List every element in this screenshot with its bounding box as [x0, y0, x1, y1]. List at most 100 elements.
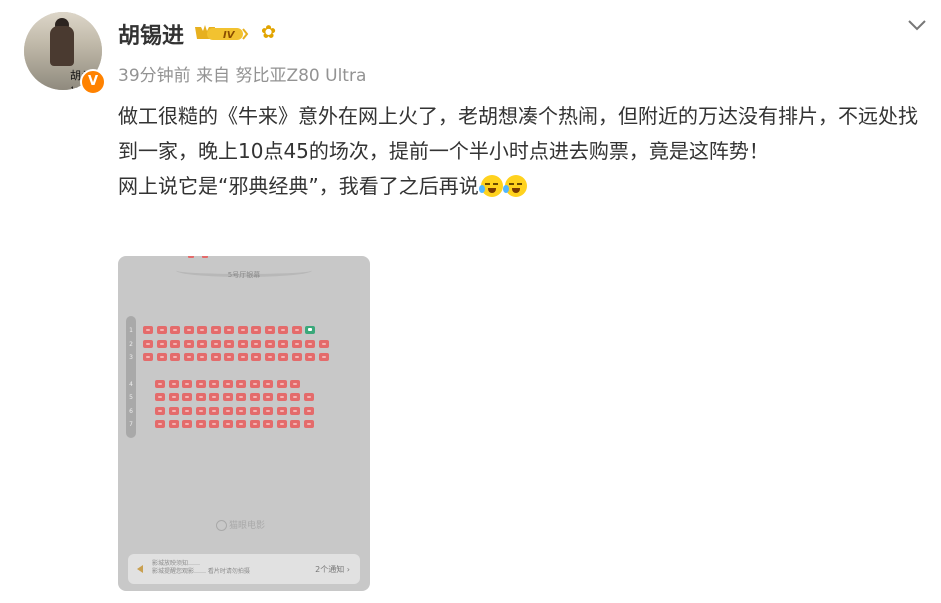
seat [155, 420, 165, 428]
seat [224, 326, 234, 334]
seat [303, 393, 314, 401]
seat [278, 326, 288, 334]
attached-image-seat-map[interactable]: 5号厅银幕 1 2 3 4 5 6 7 猫眼电影 影城放映须知…… 影城提醒您观影…… 看片… [118, 256, 370, 591]
author-name[interactable]: 胡锡进 [118, 18, 184, 50]
seat [168, 380, 179, 388]
seat [291, 340, 302, 348]
level-badge-icon[interactable]: IV [193, 23, 249, 43]
seat [237, 340, 248, 348]
seat [195, 393, 206, 401]
seat [264, 326, 275, 334]
seat [237, 326, 248, 334]
seat [236, 393, 246, 401]
row-number: 3 [129, 354, 133, 361]
seat [182, 393, 192, 401]
seat [209, 420, 219, 428]
seat [143, 340, 153, 348]
notice-text: 影城放映须知…… 影城提醒您观影…… 看片时请勿拍摄 [152, 560, 250, 575]
notice-bar: 影城放映须知…… 影城提醒您观影…… 看片时请勿拍摄 2个通知 › [128, 554, 360, 584]
seat [170, 326, 180, 334]
row-number: 7 [129, 421, 133, 428]
seat [251, 340, 261, 348]
seat [251, 326, 261, 334]
post-meta: 39分钟前 来自 努比亚Z80 Ultra [118, 66, 367, 86]
seat [156, 340, 167, 348]
seat [236, 407, 246, 415]
seat [168, 420, 179, 428]
seat [305, 340, 315, 348]
seat [222, 380, 233, 388]
seat [155, 393, 165, 401]
seat [168, 407, 179, 415]
seat [183, 353, 194, 361]
seat [303, 407, 314, 415]
seat [305, 353, 315, 361]
seat [263, 420, 273, 428]
seat [249, 420, 260, 428]
seat [263, 407, 273, 415]
seat [155, 380, 165, 388]
seat [182, 420, 192, 428]
notice-count: 2个通知 › [315, 565, 350, 574]
hall-label: 5号厅银幕 [227, 271, 261, 279]
row-number: 5 [129, 394, 133, 401]
seat-legend-icon [188, 256, 208, 258]
seat [290, 420, 300, 428]
seat [222, 393, 233, 401]
seat [222, 420, 233, 428]
seat [264, 340, 275, 348]
seat [170, 353, 180, 361]
chevron-down-icon[interactable] [906, 16, 928, 34]
notice-megaphone-icon [137, 565, 143, 573]
seat [210, 353, 221, 361]
seat [318, 353, 329, 361]
seat [278, 340, 288, 348]
flower-icon: ✿ [261, 22, 277, 43]
seat [236, 380, 246, 388]
seat [168, 393, 179, 401]
seat [276, 420, 287, 428]
seat [291, 326, 302, 334]
row-number: 4 [129, 381, 133, 388]
seat [210, 340, 221, 348]
seat [182, 407, 192, 415]
seat [249, 393, 260, 401]
seat [263, 380, 273, 388]
laugh-cry-emoji [502, 175, 527, 197]
seat [290, 407, 300, 415]
seat [290, 393, 300, 401]
seat [278, 353, 288, 361]
seat [182, 380, 192, 388]
seat [209, 380, 219, 388]
seat [251, 353, 261, 361]
seat [197, 340, 207, 348]
seat [183, 326, 194, 334]
app-watermark: 猫眼电影 [216, 518, 265, 531]
seat [143, 353, 153, 361]
post-paragraph-2: 网上说它是“邪典经典”，我看了之后再说 [118, 169, 928, 204]
row-number-rail [126, 316, 136, 438]
seat [263, 393, 273, 401]
seat [156, 353, 167, 361]
seat [264, 353, 275, 361]
seat [143, 326, 153, 334]
seat [195, 380, 206, 388]
seat [156, 326, 167, 334]
seat [155, 407, 165, 415]
post-text: 做工很糙的《牛来》意外在网上火了，老胡想凑个热闹，但附近的万达没有排片，不远处找… [118, 99, 928, 204]
seat [195, 420, 206, 428]
seat [236, 420, 246, 428]
row-number: 1 [129, 327, 133, 334]
seat [197, 353, 207, 361]
seat [222, 407, 233, 415]
seat [318, 340, 329, 348]
row-number: 2 [129, 341, 133, 348]
seat [183, 340, 194, 348]
verified-icon: V [80, 69, 106, 95]
seat [209, 393, 219, 401]
seat [276, 407, 287, 415]
seat [209, 407, 219, 415]
post-paragraph-1: 做工很糙的《牛来》意外在网上火了，老胡想凑个热闹，但附近的万达没有排片，不远处找… [118, 104, 918, 163]
row-number: 6 [129, 408, 133, 415]
avatar-person-body [50, 26, 74, 66]
